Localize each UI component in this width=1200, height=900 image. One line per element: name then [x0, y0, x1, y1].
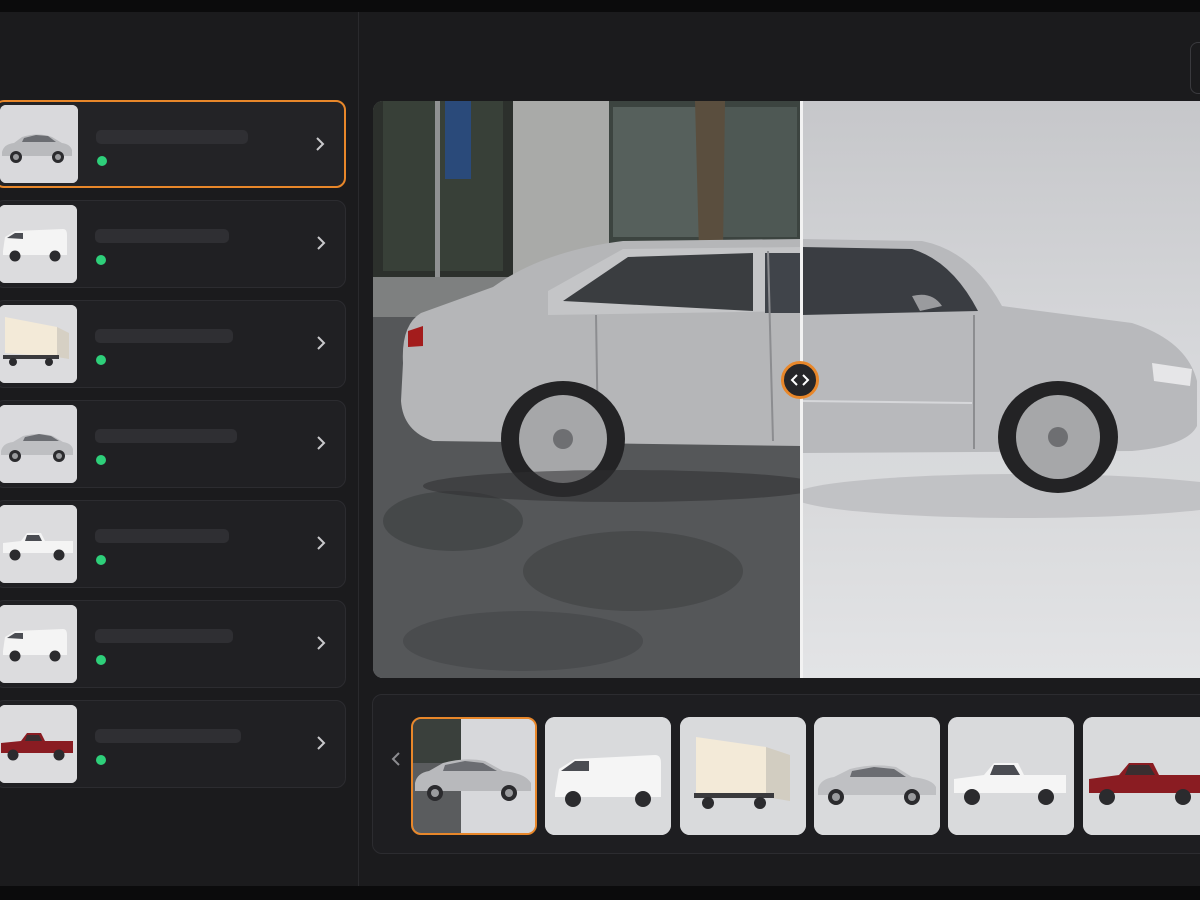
compare-handle[interactable] — [781, 361, 819, 399]
filmstrip-thumb-2[interactable] — [545, 717, 671, 835]
vehicle-thumbnail-box-truck — [0, 305, 77, 383]
vehicle-thumbnail-van — [0, 605, 77, 683]
vehicle-title-placeholder — [95, 229, 229, 243]
vehicle-thumbnail-sedan — [0, 405, 77, 483]
vehicle-card-4[interactable] — [0, 400, 346, 488]
vehicle-thumbnail-pickup — [0, 505, 77, 583]
vehicle-thumbnail-pickup-red — [0, 705, 77, 783]
before-after-viewer[interactable] — [373, 101, 1200, 678]
vehicle-title-placeholder — [95, 429, 237, 443]
toolbar-button-partial[interactable] — [1190, 42, 1200, 94]
chevron-left-icon[interactable] — [387, 747, 405, 771]
filmstrip-thumb-5[interactable] — [948, 717, 1074, 835]
window-top-edge — [0, 0, 1200, 12]
filmstrip-thumb-1[interactable] — [411, 717, 537, 835]
vehicle-card-2[interactable] — [0, 200, 346, 288]
vehicle-title-placeholder — [95, 729, 241, 743]
image-filmstrip — [372, 694, 1200, 854]
vehicle-sidebar — [0, 12, 359, 886]
vehicle-card-3[interactable] — [0, 300, 346, 388]
after-image — [802, 101, 1200, 678]
app-window — [0, 12, 1200, 886]
before-image — [373, 101, 802, 678]
chevron-right-icon — [317, 636, 326, 650]
chevron-right-icon — [317, 436, 326, 450]
vehicle-title-placeholder — [96, 130, 248, 144]
window-bottom-edge — [0, 886, 1200, 900]
chevron-right-icon — [317, 336, 326, 350]
chevron-right-icon — [317, 736, 326, 750]
vehicle-card-6[interactable] — [0, 600, 346, 688]
vehicle-thumbnail-sedan — [0, 105, 78, 183]
main-panel — [359, 12, 1200, 886]
status-ready-dot — [96, 355, 106, 365]
status-ready-dot — [96, 455, 106, 465]
status-ready-dot — [96, 255, 106, 265]
compare-arrows-icon — [790, 374, 810, 386]
vehicle-card-5[interactable] — [0, 500, 346, 588]
chevron-right-icon — [316, 137, 325, 151]
vehicle-card-7[interactable] — [0, 700, 346, 788]
chevron-right-icon — [317, 236, 326, 250]
vehicle-title-placeholder — [95, 629, 233, 643]
vehicle-title-placeholder — [95, 329, 233, 343]
status-ready-dot — [96, 555, 106, 565]
vehicle-title-placeholder — [95, 529, 229, 543]
chevron-right-icon — [317, 536, 326, 550]
vehicle-card-1[interactable] — [0, 100, 346, 188]
filmstrip-thumb-6[interactable] — [1083, 717, 1200, 835]
vehicle-thumbnail-van — [0, 205, 77, 283]
status-ready-dot — [97, 156, 107, 166]
status-ready-dot — [96, 755, 106, 765]
filmstrip-thumb-3[interactable] — [680, 717, 806, 835]
status-ready-dot — [96, 655, 106, 665]
filmstrip-thumb-4[interactable] — [814, 717, 940, 835]
